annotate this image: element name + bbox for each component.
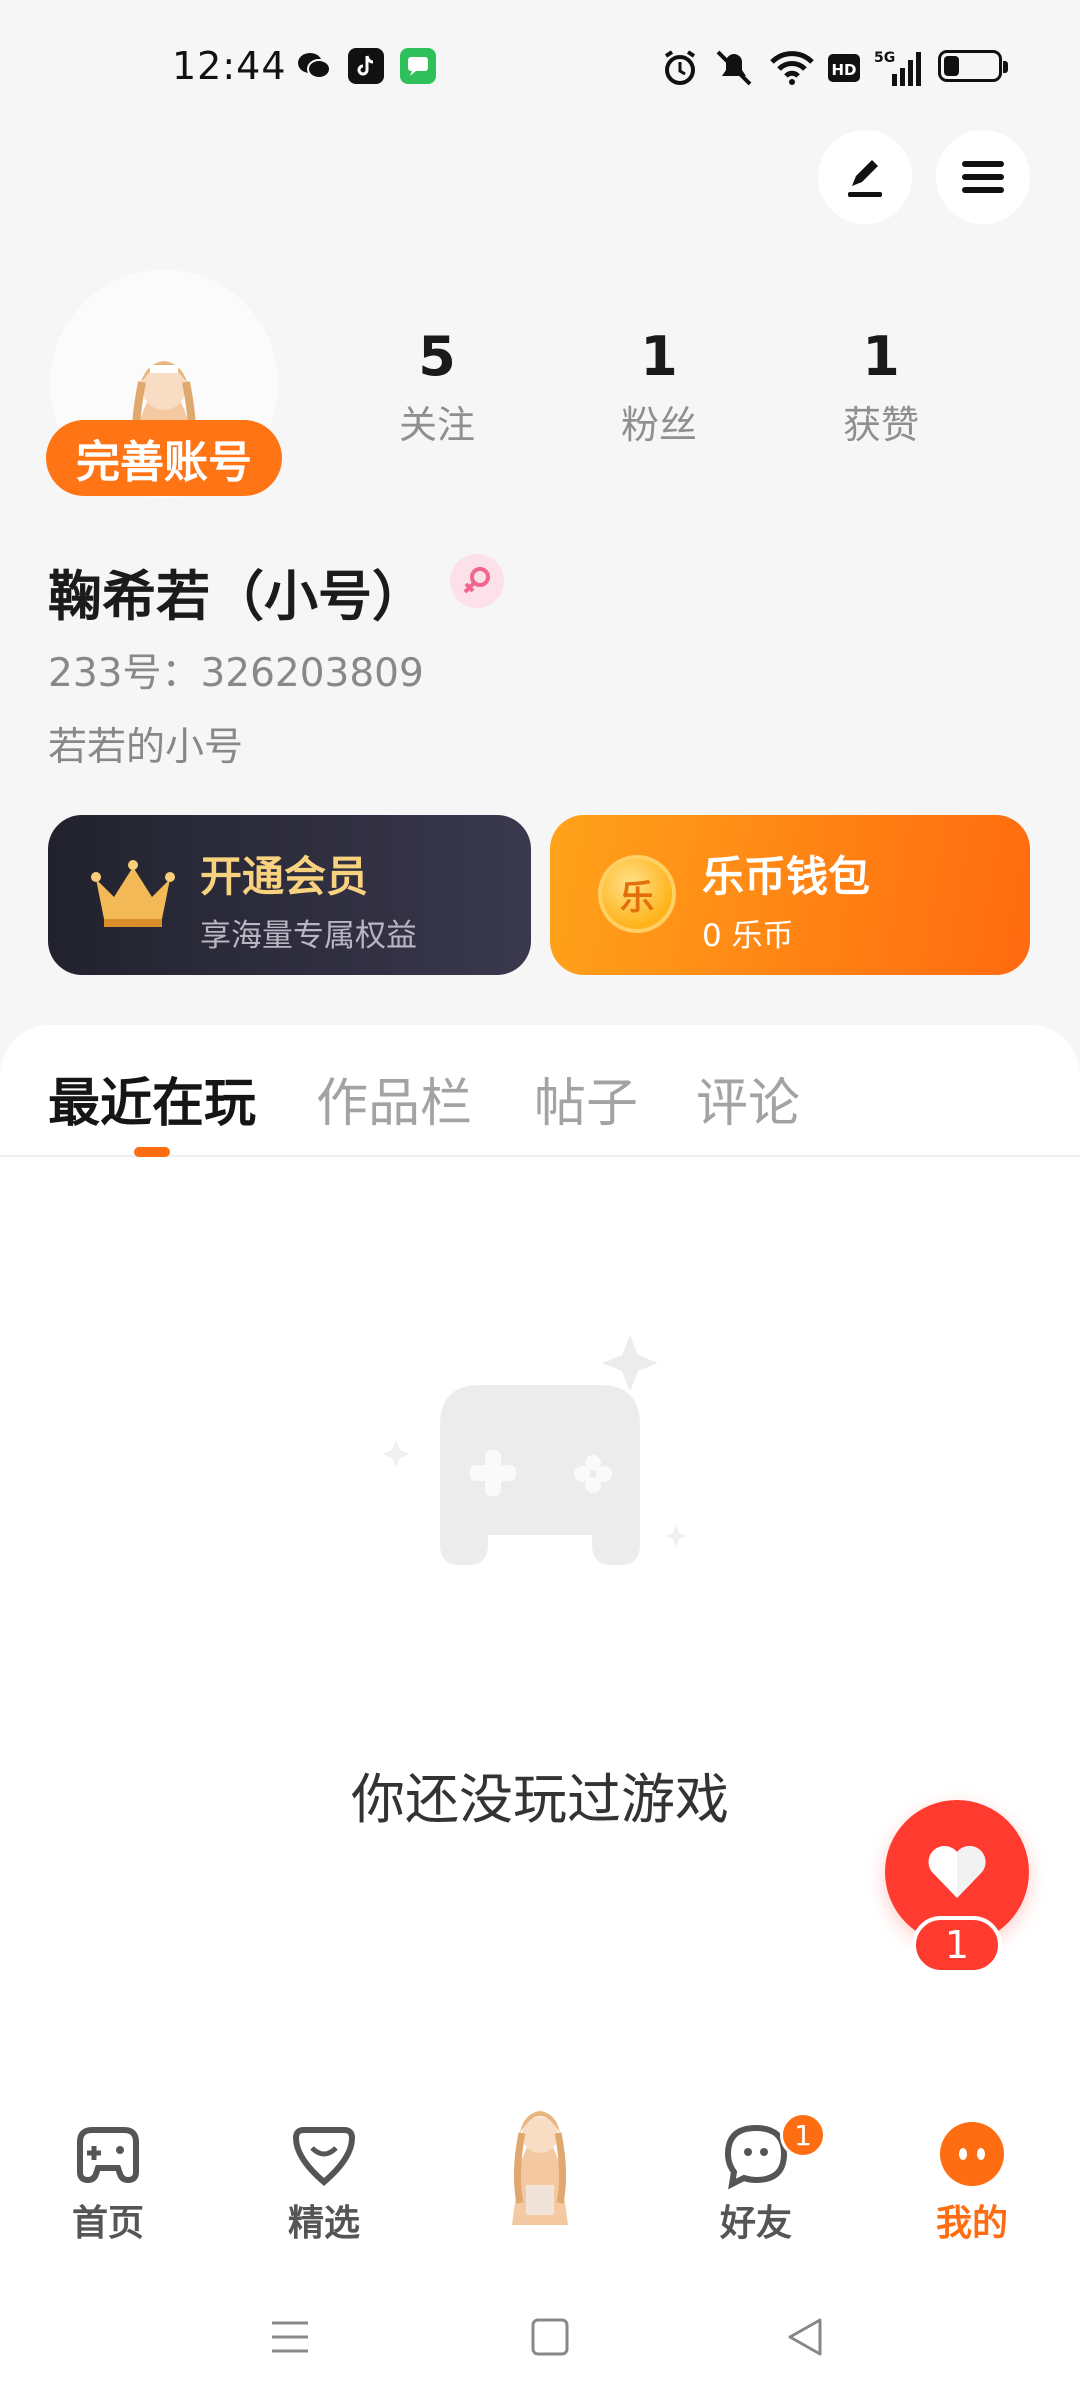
vip-card[interactable]: 开通会员 享海量专属权益 [48,815,531,975]
wallet-title: 乐币钱包 [702,852,871,901]
nav-friends[interactable]: 1 好友 [696,2112,826,2246]
signal-5g-icon: 5G [874,50,921,86]
recent-apps-button[interactable] [260,2307,320,2367]
face-icon [940,2122,1004,2186]
svg-text:5G: 5G [874,50,895,66]
stat-followers[interactable]: 1 粉丝 [574,322,744,449]
svg-text:HD: HD [831,61,856,79]
center-character-avatar[interactable] [470,2075,610,2235]
status-bar: 12:44 HD 5G [0,0,1080,140]
stat-following[interactable]: 5 关注 [352,322,522,449]
gamepad-icon [77,2127,139,2184]
back-triangle-icon [788,2318,822,2356]
female-icon [450,554,504,608]
vip-subtitle: 享海量专属权益 [200,918,417,954]
stat-followers-value: 1 [640,325,678,388]
back-button[interactable] [776,2307,836,2367]
wallet-card[interactable]: 乐 乐币钱包 0 乐币 [550,815,1030,975]
crown-icon [91,860,175,927]
nav-friends-label: 好友 [719,2203,792,2244]
favorite-count-badge: 1 [912,1916,1002,1974]
stat-likes[interactable]: 1 获赞 [796,322,966,449]
pen-icon [848,160,882,197]
wechat-icon [298,53,331,79]
stat-followers-label: 粉丝 [620,403,697,447]
vip-title: 开通会员 [200,852,369,901]
tab-works[interactable]: 作品栏 [316,1061,472,1136]
status-time: 12:44 [172,44,287,88]
nav-mine[interactable]: 我的 [912,2120,1032,2246]
tab-posts[interactable]: 帖子 [534,1061,638,1136]
system-nav-bar [0,2265,1080,2400]
bio: 若若的小号 [48,725,244,770]
nav-featured[interactable]: 精选 [264,2120,384,2246]
heart-shield-icon [292,2127,356,2186]
home-button[interactable] [520,2307,580,2367]
nav-home[interactable]: 首页 [48,2120,168,2246]
complete-account-button[interactable]: 完善账号 [46,420,282,496]
tab-indicator [134,1147,170,1157]
hd-icon: HD [828,54,860,82]
tiktok-icon [348,48,384,84]
battery-level [944,56,959,76]
edit-profile-button[interactable] [818,130,912,224]
stat-following-label: 关注 [398,403,475,447]
alarm-icon [664,50,696,85]
nav-mine-label: 我的 [935,2203,1008,2244]
tab-recently-played[interactable]: 最近在玩 [48,1061,256,1136]
heart-icon [928,1845,986,1898]
stat-likes-value: 1 [862,325,900,388]
friends-badge: 1 [780,2112,826,2158]
nav-home-label: 首页 [71,2203,144,2244]
square-icon [531,2318,569,2356]
nickname: 鞠希若（小号） [48,565,426,628]
nav-featured-label: 精选 [287,2203,360,2244]
profile-tabs: 最近在玩 作品栏 帖子 评论 [0,1025,1080,1157]
user-id: 233号：326203809 [48,651,424,696]
messages-icon [400,48,436,84]
menu-button[interactable] [936,130,1030,224]
wifi-icon [770,51,814,85]
menu-lines-icon [272,2321,308,2353]
mute-icon [716,50,752,86]
tab-comments[interactable]: 评论 [696,1061,800,1136]
empty-gamepad-illustration [382,1335,687,1565]
hamburger-icon [962,161,1004,193]
coin-icon: 乐 [598,855,676,933]
stat-likes-label: 获赞 [842,403,919,447]
battery-icon [938,50,1008,82]
stat-following-value: 5 [418,325,456,388]
wallet-balance: 0 乐币 [702,918,794,954]
